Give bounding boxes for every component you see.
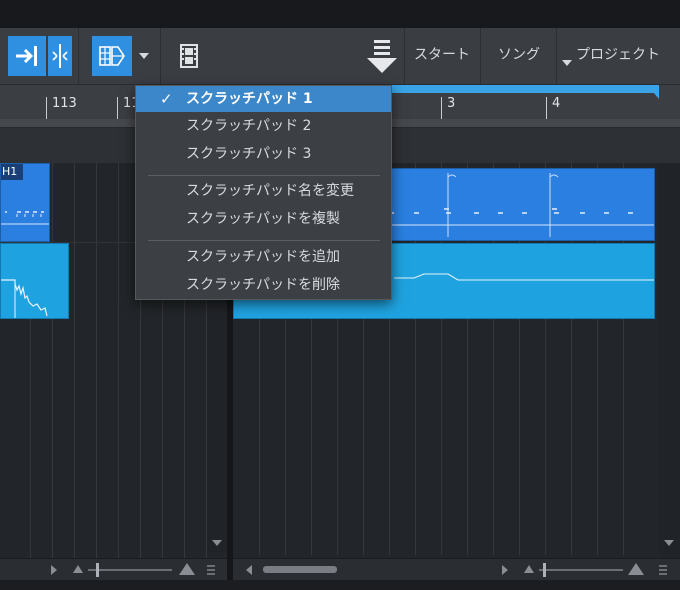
song-page-tab[interactable]: ソング: [498, 28, 540, 85]
menu-item-label: スクラッチパッド名を変更: [186, 183, 354, 199]
grip-icon[interactable]: [657, 563, 669, 577]
menu-item-scratchpad-3[interactable]: スクラッチパッド 3: [136, 141, 391, 167]
split-button[interactable]: [48, 36, 72, 76]
check-icon: ✓: [160, 90, 173, 108]
menu-item-add-scratchpad[interactable]: スクラッチパッドを追加: [136, 244, 391, 270]
menu-item-label: スクラッチパッドを追加: [186, 249, 340, 265]
scroll-right-icon[interactable]: [50, 564, 58, 576]
zoom-slider-track[interactable]: [88, 569, 172, 571]
scroll-left-icon[interactable]: [245, 564, 253, 576]
clip-waveform: [1, 211, 49, 225]
menu-divider: [148, 240, 380, 241]
menu-item-label: スクラッチパッド 3: [186, 146, 312, 162]
scratchpad-menu: ✓ スクラッチパッド 1 スクラッチパッド 2 スクラッチパッド 3 スクラッチ…: [135, 85, 392, 300]
scratchpad-icon: [99, 46, 125, 66]
menu-item-duplicate-scratchpad[interactable]: スクラッチパッドを複製: [136, 206, 391, 232]
menu-divider: [148, 175, 380, 176]
chevron-down-icon: [139, 53, 149, 59]
project-page-tab[interactable]: プロジェクト: [576, 28, 660, 85]
clip-waveform: [1, 279, 48, 318]
menu-item-delete-scratchpad[interactable]: スクラッチパッドを削除: [136, 272, 391, 298]
menu-item-label: スクラッチパッド 2: [186, 118, 312, 134]
chevron-down-icon: [562, 60, 572, 66]
menu-item-scratchpad-2[interactable]: スクラッチパッド 2: [136, 113, 391, 139]
ruler-bar-label: 113: [52, 96, 77, 111]
snap-to-end-icon: [16, 46, 37, 66]
clip-name-label: H1: [1, 164, 23, 180]
zoom-out-icon[interactable]: [72, 564, 84, 574]
split-icon: [52, 44, 68, 68]
audio-event-clip[interactable]: H1: [0, 163, 50, 242]
film-icon: [180, 44, 198, 68]
scratchpad-menu-toggle[interactable]: [134, 36, 154, 76]
zoom-out-icon[interactable]: [523, 564, 535, 574]
video-button[interactable]: [172, 36, 206, 76]
grip-icon[interactable]: [205, 563, 217, 577]
horizontal-scroll-thumb[interactable]: [263, 566, 337, 573]
menu-item-label: スクラッチパッドを複製: [186, 211, 340, 227]
toolbar: スタート ソング プロジェクト: [0, 28, 680, 85]
vertical-scrollbar[interactable]: [659, 163, 680, 555]
scroll-down-icon[interactable]: [211, 539, 223, 547]
loop-end-marker-icon[interactable]: [647, 85, 659, 99]
project-dropdown-icon[interactable]: [561, 52, 573, 71]
window-bottom-edge: [0, 580, 680, 590]
ruler-bar-label: 4: [552, 96, 561, 111]
scratchpad-button[interactable]: [92, 36, 132, 76]
zoom-slider-handle[interactable]: [543, 563, 546, 577]
menu-item-rename-scratchpad[interactable]: スクラッチパッド名を変更: [136, 178, 391, 204]
scroll-down-icon[interactable]: [663, 539, 675, 547]
scroll-right-icon[interactable]: [501, 564, 509, 576]
horizontal-zoom-bar: [233, 558, 680, 580]
zoom-in-icon[interactable]: [627, 562, 645, 576]
horizontal-zoom-bar: [0, 558, 227, 580]
ruler-bar-label: 3: [447, 96, 456, 111]
menu-item-label: スクラッチパッド 1: [186, 91, 313, 107]
zoom-slider-handle[interactable]: [96, 563, 99, 577]
menu-item-label: スクラッチパッドを削除: [186, 277, 340, 293]
zoom-slider-track[interactable]: [539, 569, 623, 571]
download-arrow-icon: [367, 40, 397, 73]
audio-event-clip[interactable]: [0, 243, 69, 319]
zoom-in-icon[interactable]: [178, 562, 196, 576]
menu-item-scratchpad-1[interactable]: ✓ スクラッチパッド 1: [136, 86, 391, 112]
window-top-strip: [0, 0, 680, 28]
export-button[interactable]: [362, 32, 402, 80]
snap-button[interactable]: [8, 36, 46, 76]
start-page-tab[interactable]: スタート: [414, 28, 470, 85]
